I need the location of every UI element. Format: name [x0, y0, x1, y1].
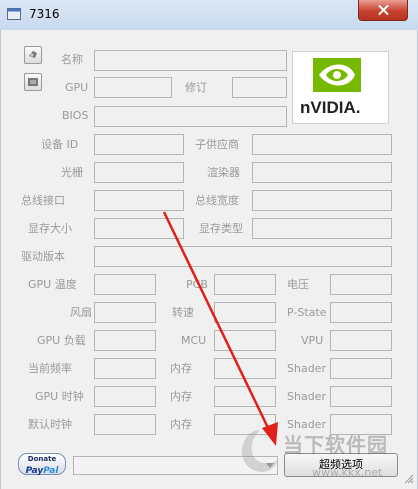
overclock-options-button[interactable]: 超频选项 — [284, 453, 398, 477]
fan-label: 风扇 — [70, 306, 92, 319]
app-window-icon — [7, 8, 21, 20]
default-shader-label: Shader — [287, 418, 326, 431]
paypal-donate-text: Donate — [27, 455, 57, 463]
current-shader-freq-field[interactable] — [330, 358, 392, 379]
bus-interface-field[interactable] — [94, 190, 184, 211]
gpu-temp-label: GPU 温度 — [28, 278, 77, 291]
current-shader-label: Shader — [287, 362, 326, 375]
camera-icon — [29, 51, 37, 58]
rops-field[interactable] — [94, 162, 184, 183]
save-info-button[interactable] — [24, 73, 42, 91]
driver-version-label: 驱动版本 — [21, 250, 65, 263]
default-memory-clock-field[interactable] — [214, 414, 276, 435]
vpu-field[interactable] — [330, 330, 392, 351]
name-field[interactable] — [94, 50, 287, 71]
memory-clock-label: 内存 — [170, 390, 192, 403]
gpu-load-field[interactable] — [94, 330, 156, 351]
current-memory-freq-field[interactable] — [214, 358, 276, 379]
voltage-label: 电压 — [287, 278, 309, 291]
driver-version-field[interactable] — [94, 246, 392, 267]
bios-label: BIOS — [62, 109, 89, 122]
device-id-field[interactable] — [94, 134, 184, 155]
voltage-field[interactable] — [330, 274, 392, 295]
nvidia-logo: nVIDIA. — [292, 51, 389, 124]
gpu-clock-label: GPU 时钟 — [35, 390, 84, 403]
pcb-field[interactable] — [214, 274, 276, 295]
pstate-field[interactable] — [330, 302, 392, 323]
vpu-label: VPU — [301, 334, 324, 347]
revision-label: 修订 — [185, 81, 207, 94]
default-gpu-clock-field[interactable] — [94, 414, 156, 435]
current-memory-label: 内存 — [170, 362, 192, 375]
default-shader-clock-field[interactable] — [330, 414, 392, 435]
default-clock-label: 默认时钟 — [28, 418, 72, 431]
name-label: 名称 — [61, 53, 83, 66]
memory-type-label: 显存类型 — [199, 222, 243, 235]
pstate-label: P-State — [287, 306, 327, 319]
bios-field[interactable] — [94, 106, 287, 127]
bus-width-label: 总线宽度 — [195, 194, 239, 207]
subvendor-label: 子供应商 — [195, 138, 239, 151]
gpu-load-label: GPU 负载 — [37, 334, 86, 347]
shaders-field[interactable] — [252, 162, 392, 183]
resize-grip-icon[interactable] — [404, 474, 414, 484]
paypal-donate-button[interactable]: Donate PayPal — [18, 453, 66, 476]
chevron-down-icon — [266, 463, 274, 468]
memory-type-field[interactable] — [252, 218, 392, 239]
gpu-field[interactable] — [94, 77, 172, 98]
speed-field[interactable] — [214, 302, 276, 323]
fan-field[interactable] — [94, 302, 156, 323]
window-title: 7316 — [29, 7, 60, 21]
current-freq-label: 当前频率 — [28, 362, 72, 375]
paypal-pay-text: Pay — [25, 466, 44, 476]
gpu-label: GPU — [65, 81, 89, 94]
shaders-label: 渲染器 — [207, 166, 240, 179]
memory-size-label: 显存大小 — [28, 222, 72, 235]
default-memory-label: 内存 — [170, 418, 192, 431]
nvidia-eye-icon — [313, 58, 361, 92]
pcb-label: PCB — [186, 278, 208, 291]
paypal-pal-text: Pal — [43, 466, 59, 476]
revision-field[interactable] — [232, 77, 287, 98]
title-bar: 7316 — [0, 0, 418, 31]
gpu-select-dropdown[interactable] — [73, 456, 278, 475]
rops-label: 光栅 — [61, 166, 83, 179]
shader-clock-label: Shader — [287, 390, 326, 403]
chip-icon — [28, 78, 38, 86]
gpu-temp-field[interactable] — [94, 274, 156, 295]
memory-size-field[interactable] — [94, 218, 184, 239]
device-id-label: 设备 ID — [41, 138, 79, 151]
subvendor-field[interactable] — [252, 134, 392, 155]
mcu-label: MCU — [181, 334, 207, 347]
mcu-field[interactable] — [214, 330, 276, 351]
speed-label: 转速 — [172, 306, 194, 319]
shader-clock-field[interactable] — [330, 386, 392, 407]
bus-interface-label: 总线接口 — [21, 194, 65, 207]
current-gpu-freq-field[interactable] — [94, 358, 156, 379]
gpu-clock-field[interactable] — [94, 386, 156, 407]
close-button[interactable] — [358, 0, 408, 21]
nvidia-wordmark: nVIDIA. — [300, 98, 361, 117]
screenshot-button[interactable] — [24, 46, 42, 64]
bus-width-field[interactable] — [252, 190, 392, 211]
memory-clock-field[interactable] — [214, 386, 276, 407]
